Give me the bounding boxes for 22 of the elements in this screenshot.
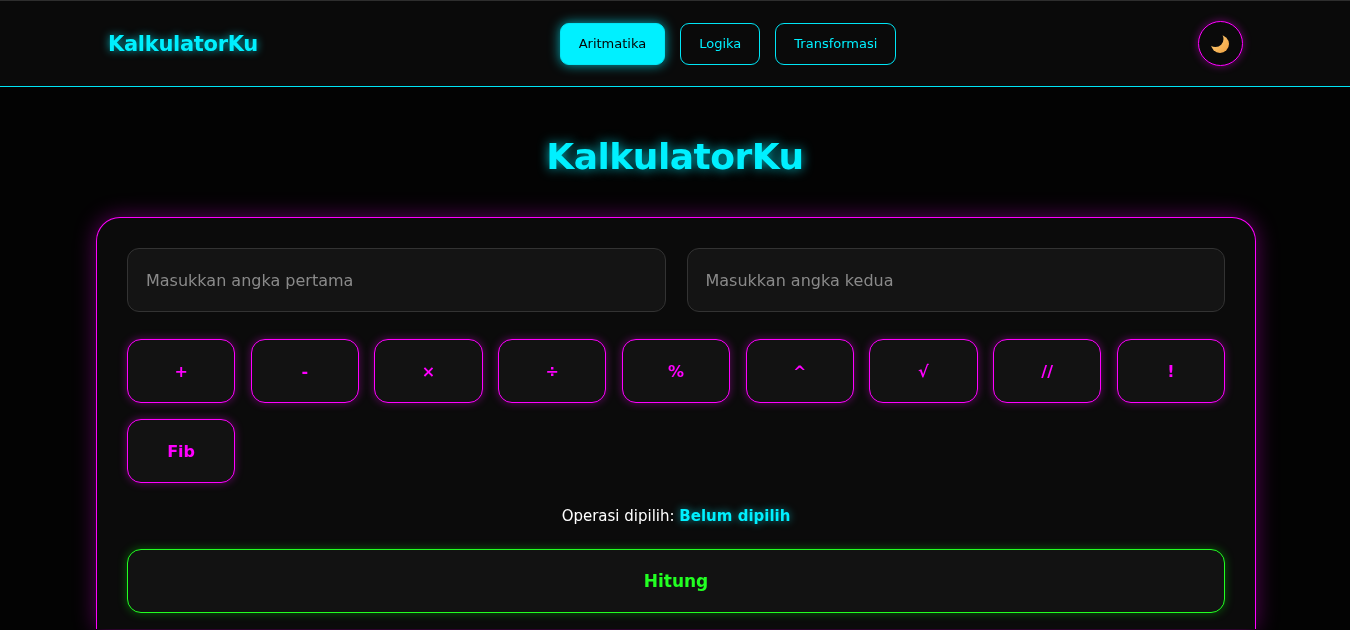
operation-button[interactable]: //	[993, 339, 1102, 403]
operation-button[interactable]: !	[1116, 339, 1225, 403]
operation-button[interactable]: √	[869, 339, 978, 403]
operation-button[interactable]: ^	[745, 339, 854, 403]
theme-toggle-button[interactable]	[1198, 21, 1243, 66]
operation-button[interactable]: Fib	[127, 419, 236, 483]
input-field[interactable]: Masukkan angka pertama	[127, 248, 666, 312]
operation-button[interactable]: +	[127, 339, 236, 403]
logo: KalkulatorKu	[108, 31, 258, 56]
operation-button[interactable]: %	[621, 339, 731, 403]
selected-operation-label: Operasi dipilih:	[561, 507, 675, 525]
operation-button[interactable]: ÷	[498, 339, 607, 403]
moon-icon	[1211, 34, 1230, 53]
selected-operation-value: Belum dipilih	[679, 507, 791, 525]
nav-tab[interactable]: Transformasi	[775, 22, 897, 65]
operation-button[interactable]: -	[250, 339, 359, 403]
calculate-button[interactable]: Hitung	[127, 549, 1225, 613]
nav-tab[interactable]: Logika	[680, 22, 761, 65]
nav-tab[interactable]: Aritmatika	[559, 22, 666, 65]
page-title: KalkulatorKu	[546, 135, 804, 179]
input-field[interactable]: Masukkan angka kedua	[686, 248, 1225, 312]
operation-button[interactable]: ×	[374, 339, 483, 403]
